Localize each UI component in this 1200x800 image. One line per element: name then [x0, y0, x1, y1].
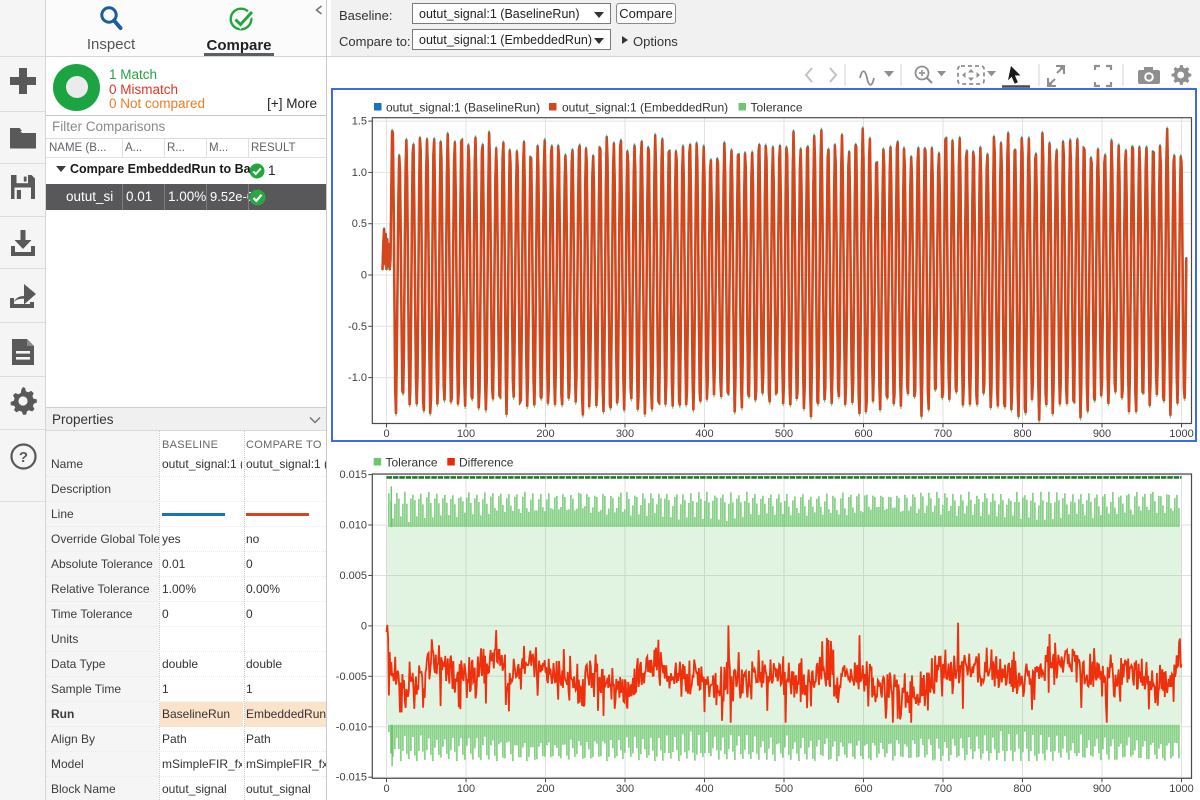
svg-text:Tolerance: Tolerance — [751, 101, 803, 115]
svg-text:0: 0 — [361, 270, 367, 282]
svg-text:500: 500 — [775, 428, 793, 440]
svg-text:0.5: 0.5 — [352, 218, 367, 230]
svg-text:0: 0 — [383, 783, 389, 795]
svg-text:0.010: 0.010 — [339, 520, 367, 532]
svg-text:-0.5: -0.5 — [348, 321, 367, 333]
svg-text:0.005: 0.005 — [339, 570, 367, 582]
svg-text:500: 500 — [775, 783, 793, 795]
svg-text:outut_signal:1 (BaselineRun): outut_signal:1 (BaselineRun) — [386, 101, 540, 115]
svg-text:Tolerance: Tolerance — [386, 456, 438, 470]
svg-text:300: 300 — [616, 783, 634, 795]
svg-text:200: 200 — [536, 428, 554, 440]
svg-text:0.015: 0.015 — [339, 469, 367, 481]
svg-text:700: 700 — [934, 783, 952, 795]
svg-text:1.5: 1.5 — [352, 116, 367, 128]
svg-text:1.0: 1.0 — [352, 167, 367, 179]
svg-text:-0.010: -0.010 — [336, 721, 367, 733]
svg-text:Difference: Difference — [459, 456, 514, 470]
svg-text:900: 900 — [1093, 783, 1111, 795]
svg-text:100: 100 — [457, 783, 475, 795]
svg-text:400: 400 — [695, 783, 713, 795]
svg-text:0: 0 — [361, 620, 367, 632]
svg-text:600: 600 — [854, 783, 872, 795]
svg-text:-1.0: -1.0 — [348, 372, 367, 384]
svg-text:1000: 1000 — [1169, 783, 1193, 795]
svg-text:700: 700 — [934, 428, 952, 440]
svg-text:-0.015: -0.015 — [336, 772, 367, 784]
svg-text:400: 400 — [695, 428, 713, 440]
svg-text:900: 900 — [1093, 428, 1111, 440]
svg-text:800: 800 — [1013, 783, 1031, 795]
svg-text:-0.005: -0.005 — [336, 671, 367, 683]
svg-text:800: 800 — [1013, 428, 1031, 440]
svg-text:100: 100 — [457, 428, 475, 440]
svg-text:0: 0 — [383, 428, 389, 440]
svg-text:outut_signal:1 (EmbeddedRun): outut_signal:1 (EmbeddedRun) — [562, 101, 728, 115]
svg-text:200: 200 — [536, 783, 554, 795]
svg-text:300: 300 — [616, 428, 634, 440]
svg-text:1000: 1000 — [1169, 428, 1193, 440]
svg-text:600: 600 — [854, 428, 872, 440]
svg-text:?: ? — [19, 449, 28, 466]
